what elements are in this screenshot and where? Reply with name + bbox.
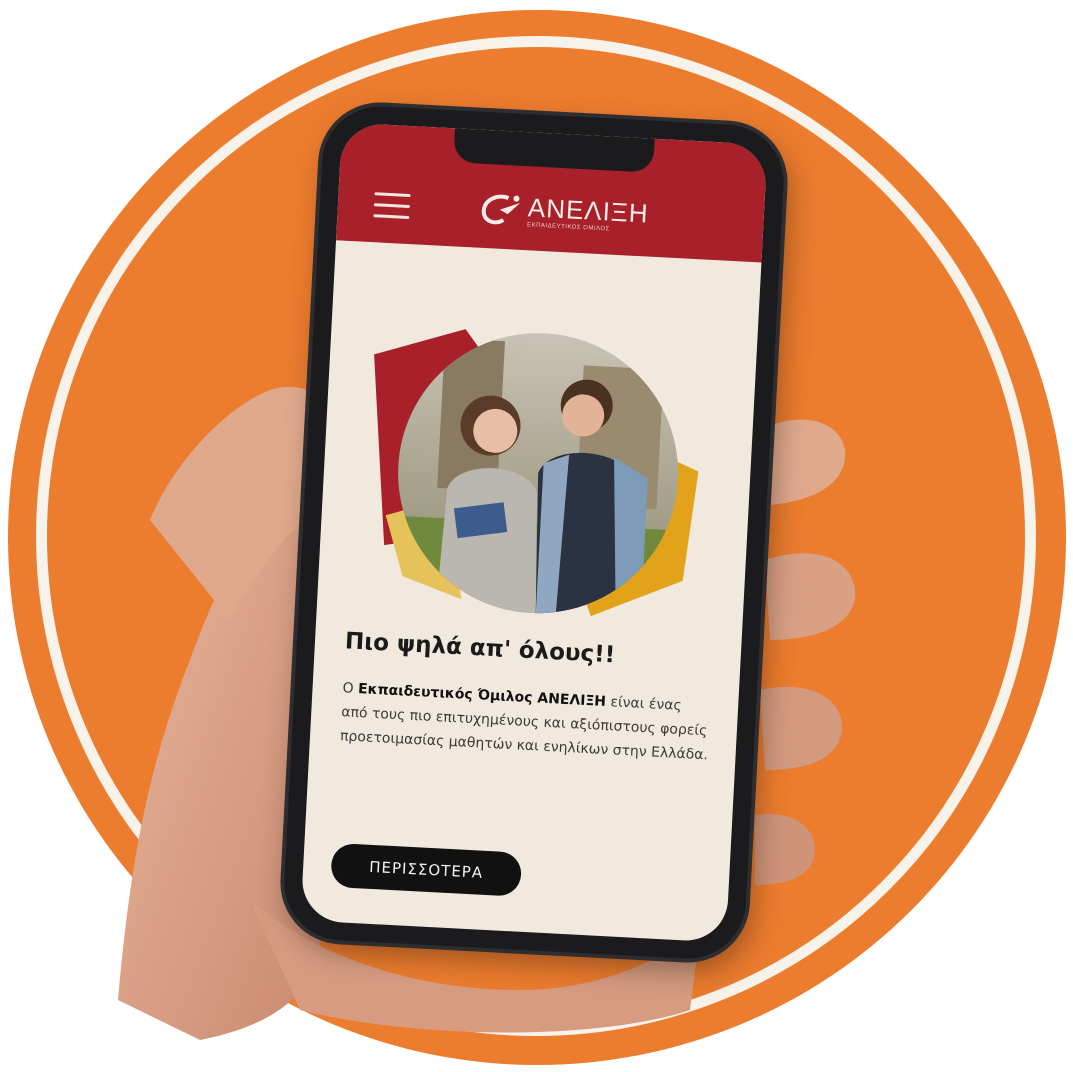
hero-headline: Πιο ψηλά απ' όλους!!	[344, 628, 616, 669]
students-photo	[374, 325, 699, 621]
paragraph-bold: Εκπαιδευτικός Όμιλος ΑΝΕΛΙΞΗ	[357, 681, 607, 710]
more-button[interactable]: ΠΕΡΙΣΣΟΤΕΡΑ	[330, 842, 523, 897]
paragraph-prefix: Ο	[342, 680, 359, 697]
logo-mark-icon	[481, 194, 521, 225]
phone-screen: ΑΝΕΛΙΞΗ ΕΚΠΑΙΔΕΥΤΙΚΟΣ ΟΜΙΛΟΣ Πιο ψηλά απ…	[300, 122, 768, 943]
hero-image	[341, 313, 736, 632]
smartphone: ΑΝΕΛΙΞΗ ΕΚΠΑΙΔΕΥΤΙΚΟΣ ΟΜΙΛΟΣ Πιο ψηλά απ…	[281, 103, 787, 962]
intro-paragraph: Ο Εκπαιδευτικός Όμιλος ΑΝΕΛΙΞΗ είναι ένα…	[339, 676, 712, 767]
hamburger-icon[interactable]	[373, 192, 411, 220]
site-logo[interactable]: ΑΝΕΛΙΞΗ ΕΚΠΑΙΔΕΥΤΙΚΟΣ ΟΜΙΛΟΣ	[477, 187, 650, 240]
